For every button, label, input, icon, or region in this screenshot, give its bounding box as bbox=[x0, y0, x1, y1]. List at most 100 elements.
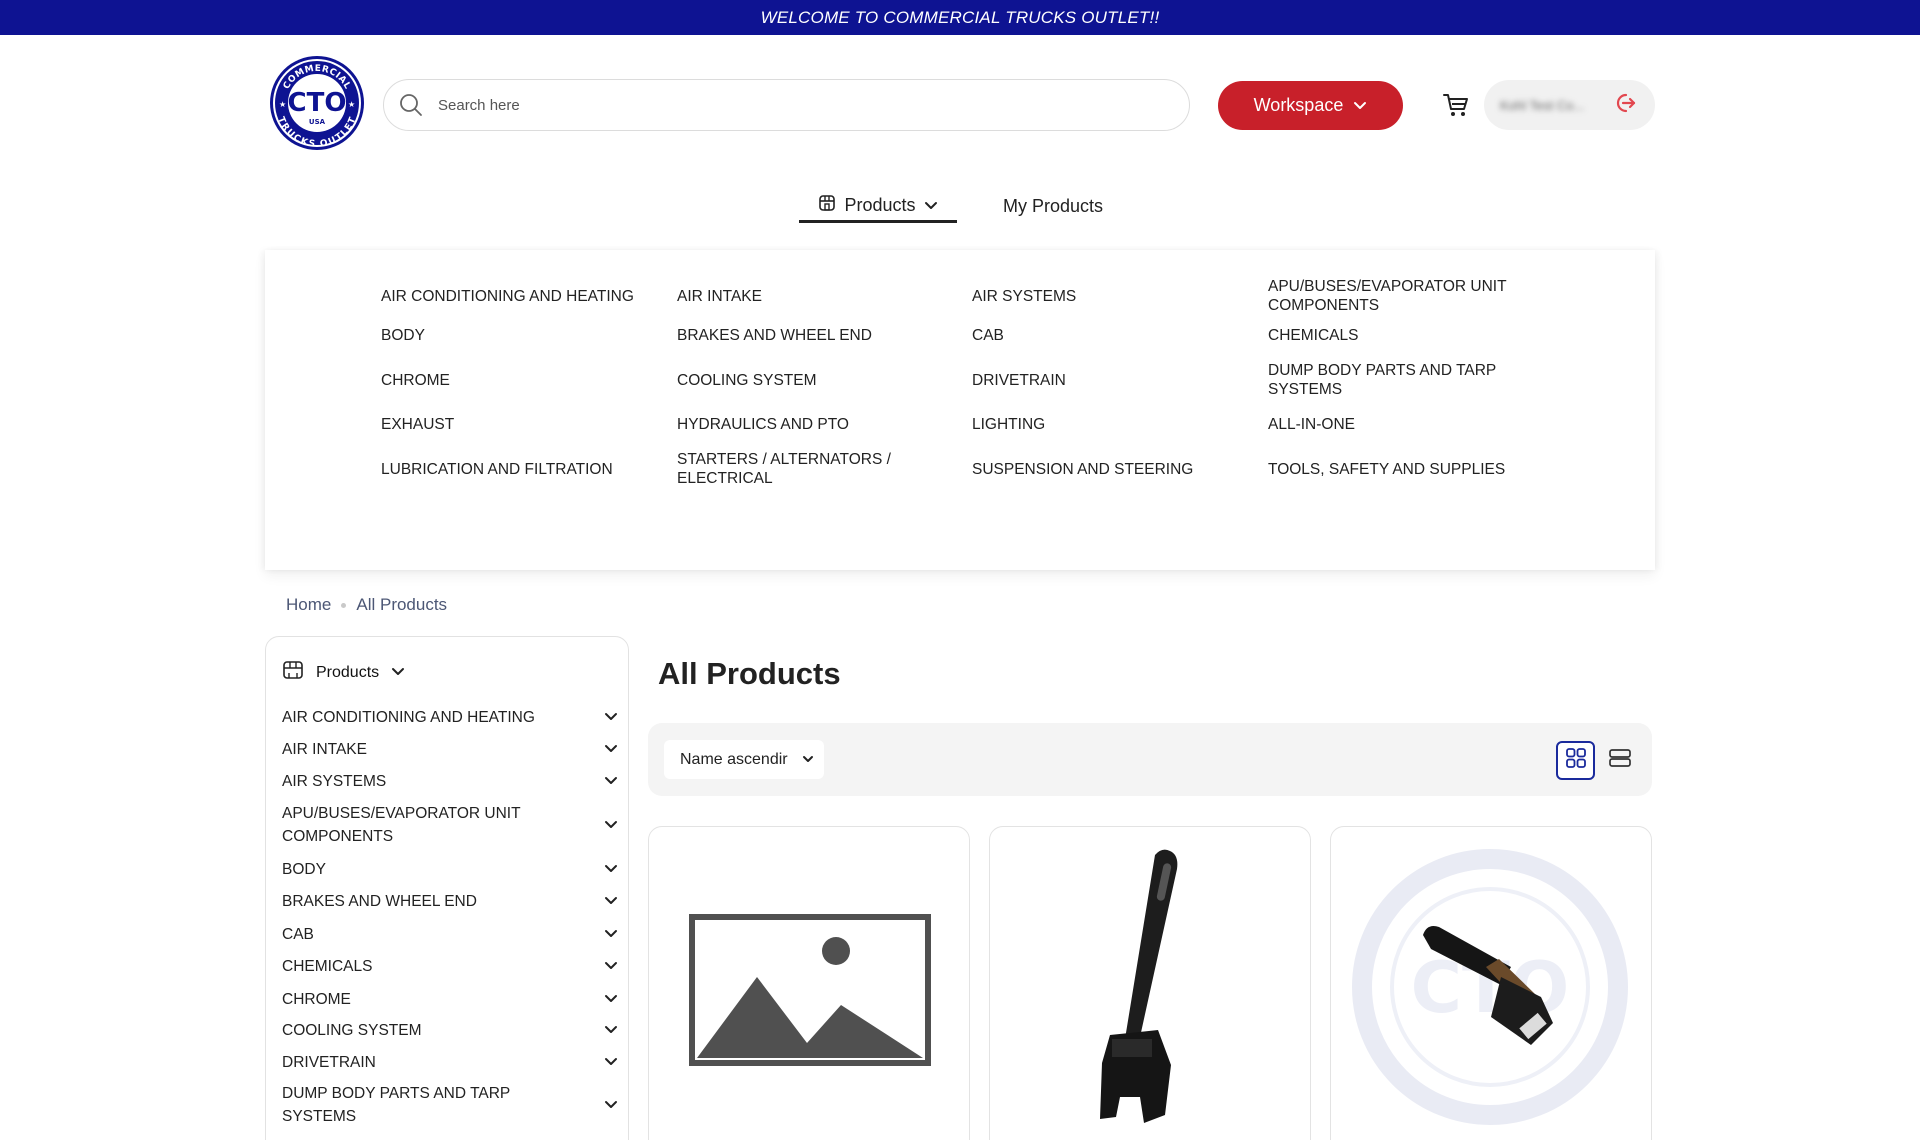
sidebar-item[interactable]: AIR INTAKE bbox=[282, 737, 618, 761]
sidebar-header[interactable]: Products bbox=[282, 659, 405, 686]
sidebar-item[interactable]: CAB bbox=[282, 922, 618, 946]
mega-item-air-systems[interactable]: AIR SYSTEMS bbox=[972, 281, 1232, 311]
mega-item-tools[interactable]: TOOLS, SAFETY AND SUPPLIES bbox=[1268, 454, 1528, 484]
search-icon bbox=[398, 92, 424, 118]
user-name: Kohl Test Co... bbox=[1500, 97, 1585, 113]
grid-view-button[interactable] bbox=[1556, 741, 1595, 780]
sidebar-item[interactable]: BRAKES AND WHEEL END bbox=[282, 889, 618, 913]
welcome-banner-text: WELCOME TO COMMERCIAL TRUCKS OUTLET!! bbox=[760, 7, 1160, 27]
mega-item-body[interactable]: BODY bbox=[381, 320, 641, 350]
svg-text:CTO: CTO bbox=[288, 88, 347, 118]
chevron-down-icon[interactable] bbox=[604, 988, 618, 1011]
sort-select-value: Name ascendir bbox=[680, 750, 788, 768]
main-nav: Products My Products bbox=[0, 190, 1920, 230]
svg-text:★: ★ bbox=[348, 100, 355, 109]
mega-item-cooling[interactable]: COOLING SYSTEM bbox=[677, 365, 937, 395]
mega-item-lighting[interactable]: LIGHTING bbox=[972, 409, 1232, 439]
sidebar-item[interactable]: CHEMICALS bbox=[282, 954, 618, 978]
sidebar-item-label: COOLING SYSTEM bbox=[282, 1021, 422, 1039]
nav-my-products-tab[interactable]: My Products bbox=[1003, 190, 1103, 223]
mega-item-air-conditioning[interactable]: AIR CONDITIONING AND HEATING bbox=[381, 281, 641, 311]
chevron-down-icon bbox=[391, 664, 405, 682]
svg-text:★: ★ bbox=[279, 100, 286, 109]
svg-text:USA: USA bbox=[309, 118, 326, 126]
chevron-down-icon[interactable] bbox=[604, 706, 618, 729]
sidebar-item-label: APU/BUSES/EVAPORATOR UNIT COMPONENTS bbox=[282, 805, 521, 845]
mega-item-dump-body[interactable]: DUMP BODY PARTS AND TARP SYSTEMS bbox=[1268, 362, 1528, 398]
chevron-down-icon[interactable] bbox=[604, 1019, 618, 1042]
product-card[interactable] bbox=[648, 826, 970, 1140]
chevron-down-icon[interactable] bbox=[604, 1094, 618, 1117]
product-card[interactable]: CTO bbox=[1330, 826, 1652, 1140]
search-bar[interactable] bbox=[383, 79, 1190, 131]
chevron-down-icon[interactable] bbox=[604, 1051, 618, 1074]
cto-logo[interactable]: COMMERCIAL TRUCKS OUTLET CTO USA ★ ★ bbox=[268, 54, 366, 152]
sidebar-item[interactable]: BODY bbox=[282, 857, 618, 881]
sidebar-item-label: BODY bbox=[282, 860, 326, 878]
page-title: All Products bbox=[658, 656, 841, 691]
sidebar-item-label: AIR INTAKE bbox=[282, 740, 367, 758]
sidebar-item-label: AIR SYSTEMS bbox=[282, 772, 387, 790]
sidebar-item-label: AIR CONDITIONING AND HEATING bbox=[282, 708, 535, 726]
sidebar-item[interactable]: DUMP BODY PARTS AND TARP SYSTEMS bbox=[282, 1081, 618, 1129]
welcome-banner: WELCOME TO COMMERCIAL TRUCKS OUTLET!! bbox=[0, 0, 1920, 35]
products-mega-menu: AIR CONDITIONING AND HEATING AIR INTAKE … bbox=[265, 250, 1655, 570]
logout-icon[interactable] bbox=[1613, 91, 1637, 120]
sidebar-item-label: DRIVETRAIN bbox=[282, 1053, 376, 1071]
mega-item-cab[interactable]: CAB bbox=[972, 320, 1232, 350]
mega-item-apu[interactable]: APU/BUSES/EVAPORATOR UNIT COMPONENTS bbox=[1268, 278, 1528, 314]
mega-item-exhaust[interactable]: EXHAUST bbox=[381, 409, 641, 439]
cart-icon[interactable] bbox=[1442, 91, 1470, 119]
sidebar-item-label: BRAKES AND WHEEL END bbox=[282, 892, 477, 910]
sidebar-item[interactable]: APU/BUSES/EVAPORATOR UNIT COMPONENTS bbox=[282, 801, 618, 849]
list-view-button[interactable] bbox=[1603, 743, 1637, 777]
mega-item-hydraulics[interactable]: HYDRAULICS AND PTO bbox=[677, 409, 937, 439]
mega-item-brakes[interactable]: BRAKES AND WHEEL END bbox=[677, 320, 937, 350]
sidebar-item[interactable]: COOLING SYSTEM bbox=[282, 1018, 618, 1042]
workspace-button-label: Workspace bbox=[1253, 95, 1344, 115]
nav-my-products-label: My Products bbox=[1003, 196, 1104, 216]
sidebar-item-label: CHROME bbox=[282, 990, 351, 1008]
chevron-down-icon[interactable] bbox=[604, 738, 618, 761]
breadcrumb-home[interactable]: Home bbox=[286, 595, 331, 615]
mega-item-drivetrain[interactable]: DRIVETRAIN bbox=[972, 365, 1232, 395]
sidebar-item[interactable]: AIR SYSTEMS bbox=[282, 769, 618, 793]
workspace-button[interactable]: Workspace bbox=[1218, 81, 1403, 130]
category-sidebar: Products AIR CONDITIONING AND HEATING AI… bbox=[265, 636, 629, 1140]
mega-item-all-in-one[interactable]: ALL-IN-ONE bbox=[1268, 409, 1528, 439]
mega-item-lubrication[interactable]: LUBRICATION AND FILTRATION bbox=[381, 454, 641, 484]
nav-products-tab[interactable]: Products bbox=[799, 190, 957, 223]
chevron-down-icon[interactable] bbox=[604, 814, 618, 837]
mega-item-suspension[interactable]: SUSPENSION AND STEERING bbox=[972, 454, 1232, 484]
mega-item-starters[interactable]: STARTERS / ALTERNATORS / ELECTRICAL bbox=[677, 451, 907, 487]
grid-icon bbox=[1564, 746, 1588, 775]
chevron-down-icon bbox=[1353, 95, 1367, 116]
mega-item-chrome[interactable]: CHROME bbox=[381, 365, 641, 395]
chevron-down-icon[interactable] bbox=[604, 770, 618, 793]
chevron-down-icon[interactable] bbox=[604, 955, 618, 978]
store-icon bbox=[282, 659, 304, 686]
product-card[interactable] bbox=[989, 826, 1311, 1140]
sort-select[interactable]: Name ascendir bbox=[664, 740, 824, 779]
sidebar-item-label: DUMP BODY PARTS AND TARP SYSTEMS bbox=[282, 1085, 510, 1125]
sidebar-item[interactable]: DRIVETRAIN bbox=[282, 1050, 618, 1074]
mega-item-air-intake[interactable]: AIR INTAKE bbox=[677, 281, 937, 311]
breadcrumb: Home All Products bbox=[286, 595, 447, 615]
breadcrumb-separator bbox=[341, 602, 347, 608]
sidebar-item-label: CHEMICALS bbox=[282, 957, 373, 975]
sidebar-item[interactable]: CHROME bbox=[282, 987, 618, 1011]
list-icon bbox=[1608, 746, 1632, 775]
product-toolbar: Name ascendir bbox=[648, 723, 1652, 796]
search-input[interactable] bbox=[438, 96, 1138, 114]
chevron-down-icon[interactable] bbox=[604, 890, 618, 913]
chevron-down-icon[interactable] bbox=[604, 923, 618, 946]
chevron-down-icon bbox=[802, 751, 814, 769]
nav-products-label: Products bbox=[844, 194, 916, 215]
store-icon bbox=[818, 194, 836, 217]
user-account[interactable]: Kohl Test Co... bbox=[1484, 80, 1655, 130]
sidebar-item[interactable]: AIR CONDITIONING AND HEATING bbox=[282, 705, 618, 729]
sidebar-title: Products bbox=[316, 663, 380, 681]
chevron-down-icon[interactable] bbox=[604, 858, 618, 881]
breadcrumb-current: All Products bbox=[356, 595, 448, 614]
mega-item-chemicals[interactable]: CHEMICALS bbox=[1268, 320, 1528, 350]
